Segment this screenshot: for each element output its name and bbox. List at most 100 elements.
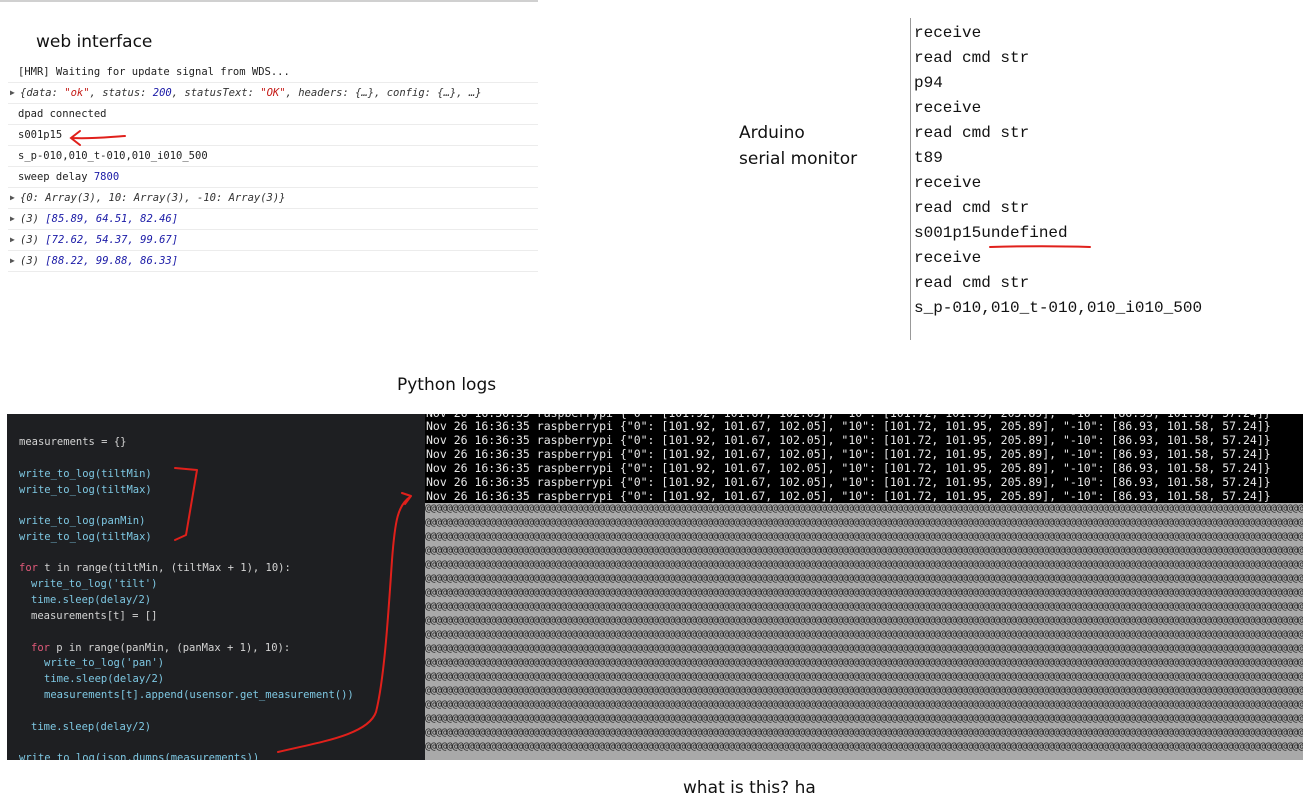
code-text: time.sleep(delay/2) [44, 673, 165, 685]
garbage-line: @@@@@@@@@@@@@@@@@@@@@@@@@@@@@@@@@@@@@@@@… [425, 517, 1303, 528]
console-text: {0: Array(3), 10: Array(3), -10: Array(3… [20, 192, 286, 204]
console-text: s_p-010,010_t-010,010_i010_500 [18, 150, 208, 162]
garbage-line: @@@@@@@@@@@@@@@@@@@@@@@@@@@@@@@@@@@@@@@@… [425, 615, 1303, 626]
console-row: sweep delay 7800 [8, 167, 538, 188]
serial-line: read cmd str [914, 199, 1030, 217]
code-line: measurements[t] = [] [31, 610, 157, 622]
code-line: write_to_log(tiltMax) [19, 484, 152, 496]
garbage-line: @@@@@@@@@@@@@@@@@@@@@@@@@@@@@@@@@@@@@@@@… [425, 713, 1303, 724]
console-text: (3) [20, 234, 46, 246]
console-text: , statusText: [171, 87, 261, 99]
code-text: write_to_log(panMin) [19, 515, 146, 527]
code-keyword: for [19, 562, 38, 574]
code-line: time.sleep(delay/2) [44, 673, 164, 685]
code-line: for t in range(tiltMin, (tiltMax + 1), 1… [19, 562, 291, 574]
code-line: write_to_log('pan') [44, 657, 164, 669]
terminal-log-line: Nov 26 16:36:35 raspberrypi {"0": [101.9… [426, 461, 1271, 475]
window-top-border [0, 0, 538, 2]
code-keyword: for [31, 642, 50, 654]
garbage-line: @@@@@@@@@@@@@@@@@@@@@@@@@@@@@@@@@@@@@@@@… [425, 671, 1303, 682]
terminal-log-line: Nov 26 16:36:35 raspberrypi {"0": [101.9… [426, 475, 1271, 489]
console-row[interactable]: ▶ {0: Array(3), 10: Array(3), -10: Array(… [8, 188, 538, 209]
console-text: [HMR] Waiting for update signal from WDS… [18, 66, 290, 78]
terminal-log-line: Nov 26 16:36:35 raspberrypi {"0": [101.9… [426, 489, 1271, 503]
console-array: [85.89, 64.51, 82.46] [45, 213, 179, 225]
browser-console: [HMR] Waiting for update signal from WDS… [8, 62, 538, 272]
garbage-output-block: @@@@@@@@@@@@@@@@@@@@@@@@@@@@@@@@@@@@@@@@… [425, 503, 1303, 760]
code-line: measurements = {} [19, 436, 126, 448]
code-text: measurements = {} [19, 436, 127, 448]
code-line: write_to_log('tilt') [31, 578, 157, 590]
code-line: time.sleep(delay/2) [31, 721, 151, 733]
serial-line: read cmd str [914, 49, 1030, 67]
console-number: 200 [152, 87, 172, 99]
code-line: write_to_log(json.dumps(measurements)) [19, 752, 259, 760]
serial-line: receive [914, 99, 982, 117]
console-row[interactable]: ▶ {data: "ok", status: 200, statusText: "… [8, 83, 538, 104]
code-text: write_to_log(tiltMin) [19, 468, 152, 480]
expand-triangle-icon[interactable]: ▶ [10, 83, 15, 103]
console-row[interactable]: ▶ (3) [88.22, 99.88, 86.33] [8, 251, 538, 272]
web-interface-caption: web interface [36, 32, 153, 52]
code-line: write_to_log(tiltMin) [19, 468, 152, 480]
garbage-line: @@@@@@@@@@@@@@@@@@@@@@@@@@@@@@@@@@@@@@@@… [425, 629, 1303, 640]
console-text: (3) [20, 255, 46, 267]
serial-line: read cmd str [914, 274, 1030, 292]
garbage-line: @@@@@@@@@@@@@@@@@@@@@@@@@@@@@@@@@@@@@@@@… [425, 545, 1303, 556]
console-text: s001p15 [18, 129, 63, 141]
code-text: measurements[t].append(usensor.get_measu… [44, 689, 354, 701]
code-editor: ─────── ─ ─────── ─ measurements = {} wr… [7, 414, 425, 760]
question-caption: what is this? ha [683, 778, 816, 798]
console-string: "OK" [260, 87, 286, 99]
console-row[interactable]: ▶ (3) [72.62, 54.37, 99.67] [8, 230, 538, 251]
garbage-line: @@@@@@@@@@@@@@@@@@@@@@@@@@@@@@@@@@@@@@@@… [425, 657, 1303, 668]
python-logs-caption: Python logs [397, 375, 497, 395]
garbage-line: @@@@@@@@@@@@@@@@@@@@@@@@@@@@@@@@@@@@@@@@… [425, 531, 1303, 542]
serial-line: p94 [914, 74, 943, 92]
console-row[interactable]: ▶ (3) [85.89, 64.51, 82.46] [8, 209, 538, 230]
console-text: sweep delay [18, 171, 94, 183]
arduino-caption-line1: Arduino [739, 123, 805, 143]
console-array: [88.22, 99.88, 86.33] [45, 255, 179, 267]
serial-text: s001p15 [914, 224, 982, 242]
expand-triangle-icon[interactable]: ▶ [10, 251, 15, 271]
garbage-line: @@@@@@@@@@@@@@@@@@@@@@@@@@@@@@@@@@@@@@@@… [425, 699, 1303, 710]
garbage-line: @@@@@@@@@@@@@@@@@@@@@@@@@@@@@@@@@@@@@@@@… [425, 685, 1303, 696]
code-text: write_to_log(tiltMax) [19, 484, 152, 496]
code-text: write_to_log(tiltMax) [19, 531, 152, 543]
console-text: {data: [20, 87, 65, 99]
console-row: s001p15 [8, 125, 538, 146]
console-row: [HMR] Waiting for update signal from WDS… [8, 62, 538, 83]
console-array: [72.62, 54.37, 99.67] [45, 234, 179, 246]
terminal-log-line: Nov 26 16:36:35 raspberrypi {"0": [101.9… [426, 447, 1271, 461]
garbage-line: @@@@@@@@@@@@@@@@@@@@@@@@@@@@@@@@@@@@@@@@… [425, 741, 1303, 752]
code-line: write_to_log(panMin) [19, 515, 145, 527]
code-text: measurements[t] = [] [31, 610, 158, 622]
serial-line: t89 [914, 149, 943, 167]
serial-line: read cmd str [914, 124, 1030, 142]
console-text: , headers: {…}, config: {…}, …} [285, 87, 482, 99]
expand-triangle-icon[interactable]: ▶ [10, 188, 15, 208]
code-text: write_to_log('pan') [44, 657, 165, 669]
serial-line: s_p-010,010_t-010,010_i010_500 [914, 299, 1203, 317]
terminal-output: Nov 26 16:36:35 raspberrypi {"0": [101.9… [425, 414, 1303, 760]
code-text: t in range(tiltMin, (tiltMax + 1), 10): [37, 562, 291, 574]
garbage-line: @@@@@@@@@@@@@@@@@@@@@@@@@@@@@@@@@@@@@@@@… [425, 559, 1303, 570]
garbage-line: @@@@@@@@@@@@@@@@@@@@@@@@@@@@@@@@@@@@@@@@… [425, 601, 1303, 612]
serial-line: receive [914, 174, 982, 192]
garbage-line: @@@@@@@@@@@@@@@@@@@@@@@@@@@@@@@@@@@@@@@@… [425, 503, 1303, 514]
serial-undefined-text: undefined [981, 224, 1068, 242]
console-string: "ok" [64, 87, 90, 99]
code-line: for p in range(panMin, (panMax + 1), 10)… [31, 642, 290, 654]
console-text: , status: [89, 87, 153, 99]
garbage-line: @@@@@@@@@@@@@@@@@@@@@@@@@@@@@@@@@@@@@@@@… [425, 587, 1303, 598]
code-text: write_to_log('tilt') [31, 578, 158, 590]
code-line: write_to_log(tiltMax) [19, 531, 152, 543]
console-number: 7800 [93, 171, 120, 183]
code-text: write_to_log(json.dumps(measurements)) [19, 752, 260, 760]
terminal-log-line: Nov 26 16:36:35 raspberrypi {"0": [101.9… [426, 419, 1271, 433]
code-line: time.sleep(delay/2) [31, 594, 151, 606]
expand-triangle-icon[interactable]: ▶ [10, 230, 15, 250]
expand-triangle-icon[interactable]: ▶ [10, 209, 15, 229]
arduino-serial-monitor: receive read cmd str p94 receive read cm… [910, 18, 1202, 340]
